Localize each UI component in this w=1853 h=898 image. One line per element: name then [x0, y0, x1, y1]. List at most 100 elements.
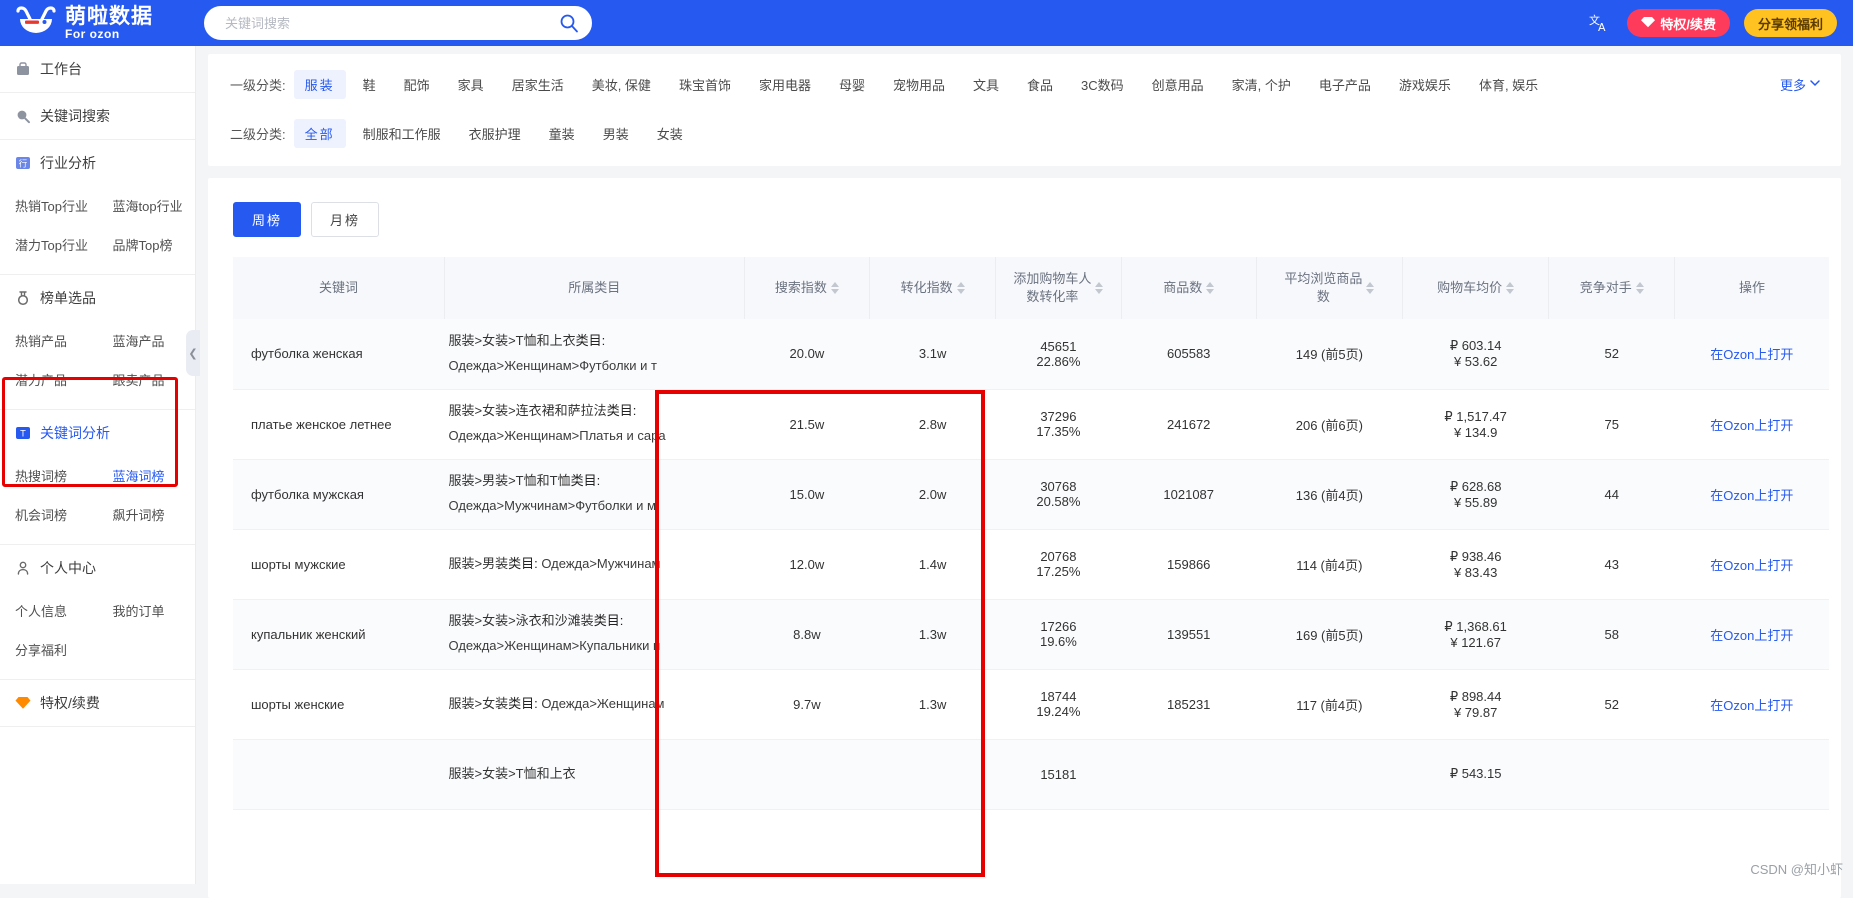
category-chip-l1-母婴[interactable]: 母婴	[828, 70, 876, 99]
sidebar-subitem-分享福利[interactable]: 分享福利	[0, 630, 98, 669]
sidebar-item-工作台[interactable]: 工作台	[0, 46, 195, 92]
cell-action[interactable]: 在Ozon上打开	[1675, 389, 1829, 459]
category-chip-l1-珠宝首饰[interactable]: 珠宝首饰	[668, 70, 742, 99]
cell-keyword[interactable]: платье женское летнее	[233, 389, 445, 459]
sidebar-subitem-机会词榜[interactable]: 机会词榜	[0, 495, 98, 534]
column-header-2[interactable]: 搜索指数	[744, 257, 870, 319]
share-label: 分享领福利	[1758, 14, 1823, 33]
column-header-9: 操作	[1675, 257, 1829, 319]
column-header-8[interactable]: 竞争对手	[1549, 257, 1675, 319]
open-in-ozon-link[interactable]: 在Ozon上打开	[1710, 628, 1793, 643]
sidebar-collapse-handle[interactable]: ❮	[186, 330, 200, 376]
sort-arrows-icon[interactable]	[1506, 282, 1514, 294]
tab-周榜[interactable]: 周榜	[233, 202, 301, 237]
category-chip-l1-创意用品[interactable]: 创意用品	[1141, 70, 1215, 99]
table-card: 周榜月榜 关键词所属类目搜索指数转化指数添加购物车人数转化率商品数平均浏览商品数…	[208, 178, 1841, 898]
tab-月榜[interactable]: 月榜	[311, 202, 379, 237]
sidebar-subitem-蓝海词榜[interactable]: 蓝海词榜	[98, 456, 196, 495]
more-categories-link[interactable]: 更多	[1780, 75, 1821, 94]
cell-action[interactable]	[1675, 739, 1829, 809]
brand-logo-block[interactable]: 萌啦数据 For ozon	[0, 0, 196, 46]
category-chip-l2-制服和工作服[interactable]: 制服和工作服	[352, 119, 452, 148]
category-chip-l1-电子产品[interactable]: 电子产品	[1308, 70, 1382, 99]
open-in-ozon-link[interactable]: 在Ozon上打开	[1710, 418, 1793, 433]
cell-keyword[interactable]: шорты мужские	[233, 529, 445, 599]
sidebar-subitem-个人信息[interactable]: 个人信息	[0, 591, 98, 630]
sidebar-item-特权/续费[interactable]: 特权/续费	[0, 680, 195, 726]
category-chip-l1-鞋[interactable]: 鞋	[352, 70, 387, 99]
category-chip-l1-服装[interactable]: 服装	[294, 70, 346, 99]
cell-action[interactable]: 在Ozon上打开	[1675, 319, 1829, 389]
category-chip-l1-食品[interactable]: 食品	[1016, 70, 1064, 99]
sidebar-subitem-热销Top行业[interactable]: 热销Top行业	[0, 186, 98, 225]
category-chip-l1-家清, 个护[interactable]: 家清, 个护	[1221, 70, 1302, 99]
sidebar-item-关键词搜索[interactable]: 关键词搜索	[0, 93, 195, 139]
search-input[interactable]	[223, 15, 559, 32]
cell-action[interactable]: 在Ozon上打开	[1675, 669, 1829, 739]
category-chip-l1-居家生活[interactable]: 居家生活	[501, 70, 575, 99]
sidebar-subitem-跟卖产品[interactable]: 跟卖产品	[98, 360, 196, 399]
privilege-button[interactable]: 特权/续费	[1627, 9, 1730, 37]
cell-keyword[interactable]: футболка мужская	[233, 459, 445, 529]
category-chip-l2-全部[interactable]: 全部	[294, 119, 346, 148]
column-header-6[interactable]: 平均浏览商品数	[1256, 257, 1402, 319]
language-icon[interactable]: 文 A	[1589, 12, 1613, 34]
category-chip-l1-宠物用品[interactable]: 宠物用品	[882, 70, 956, 99]
cell-action[interactable]: 在Ozon上打开	[1675, 459, 1829, 529]
cell-keyword[interactable]: футболка женская	[233, 319, 445, 389]
keyword-icon: T	[15, 425, 31, 441]
sidebar-subitem-热销产品[interactable]: 热销产品	[0, 321, 98, 360]
column-header-1: 所属类目	[445, 257, 745, 319]
column-header-7[interactable]: 购物车均价	[1403, 257, 1549, 319]
svg-text:行: 行	[19, 159, 28, 170]
category-chip-l2-女装[interactable]: 女装	[646, 119, 694, 148]
column-header-5[interactable]: 商品数	[1121, 257, 1256, 319]
category-chip-l1-美妆, 保健[interactable]: 美妆, 保健	[581, 70, 662, 99]
category-chip-l1-家用电器[interactable]: 家用电器	[748, 70, 822, 99]
cell-action[interactable]: 在Ozon上打开	[1675, 599, 1829, 669]
sort-arrows-icon[interactable]	[1206, 282, 1214, 294]
sidebar-subitem-潜力Top行业[interactable]: 潜力Top行业	[0, 225, 98, 264]
category-chip-l2-衣服护理[interactable]: 衣服护理	[458, 119, 532, 148]
sidebar: 工作台关键词搜索行行业分析热销Top行业蓝海top行业潜力Top行业品牌Top榜…	[0, 46, 196, 884]
category-chip-l2-童装[interactable]: 童装	[538, 119, 586, 148]
share-button[interactable]: 分享领福利	[1744, 9, 1837, 37]
open-in-ozon-link[interactable]: 在Ozon上打开	[1710, 488, 1793, 503]
sort-arrows-icon[interactable]	[1636, 282, 1644, 294]
cell-cart-price: ₽ 543.15	[1403, 739, 1549, 809]
category-chip-l1-家具[interactable]: 家具	[447, 70, 495, 99]
category-chip-l1-3C数码[interactable]: 3C数码	[1070, 70, 1135, 99]
sidebar-item-关键词分析[interactable]: T关键词分析	[0, 410, 195, 456]
sidebar-subitem-品牌Top榜[interactable]: 品牌Top榜	[98, 225, 196, 264]
sidebar-item-个人中心[interactable]: 个人中心	[0, 545, 195, 591]
search-icon[interactable]	[559, 13, 579, 33]
category-chip-l1-配饰[interactable]: 配饰	[393, 70, 441, 99]
sidebar-subitem-蓝海产品[interactable]: 蓝海产品	[98, 321, 196, 360]
sidebar-subitem-飙升词榜[interactable]: 飙升词榜	[98, 495, 196, 534]
cell-keyword[interactable]: шорты женские	[233, 669, 445, 739]
column-header-4[interactable]: 添加购物车人数转化率	[996, 257, 1122, 319]
open-in-ozon-link[interactable]: 在Ozon上打开	[1710, 698, 1793, 713]
sidebar-item-行业分析[interactable]: 行行业分析	[0, 140, 195, 186]
category-chip-l1-文具[interactable]: 文具	[962, 70, 1010, 99]
sort-arrows-icon[interactable]	[831, 282, 839, 294]
sidebar-subitem-热搜词榜[interactable]: 热搜词榜	[0, 456, 98, 495]
category-chip-l1-游戏娱乐[interactable]: 游戏娱乐	[1388, 70, 1462, 99]
table-body: футболка женская服装>女装>T恤和上衣类目: Одежда>Же…	[233, 319, 1829, 809]
sidebar-subitem-蓝海top行业[interactable]: 蓝海top行业	[98, 186, 196, 225]
cell-keyword[interactable]: купальник женский	[233, 599, 445, 669]
open-in-ozon-link[interactable]: 在Ozon上打开	[1710, 558, 1793, 573]
search-box[interactable]	[204, 6, 592, 40]
column-header-3[interactable]: 转化指数	[870, 257, 996, 319]
cell-action[interactable]: 在Ozon上打开	[1675, 529, 1829, 599]
category-chip-l2-男装[interactable]: 男装	[592, 119, 640, 148]
sort-arrows-icon[interactable]	[957, 282, 965, 294]
sidebar-subitem-我的订单[interactable]: 我的订单	[98, 591, 196, 630]
cell-keyword[interactable]	[233, 739, 445, 809]
open-in-ozon-link[interactable]: 在Ozon上打开	[1710, 347, 1793, 362]
category-chip-l1-体育, 娱乐[interactable]: 体育, 娱乐	[1468, 70, 1549, 99]
sort-arrows-icon[interactable]	[1366, 282, 1374, 294]
sidebar-subitem-潜力产品[interactable]: 潜力产品	[0, 360, 98, 399]
sidebar-item-榜单选品[interactable]: 榜单选品	[0, 275, 195, 321]
sort-arrows-icon[interactable]	[1095, 282, 1103, 294]
